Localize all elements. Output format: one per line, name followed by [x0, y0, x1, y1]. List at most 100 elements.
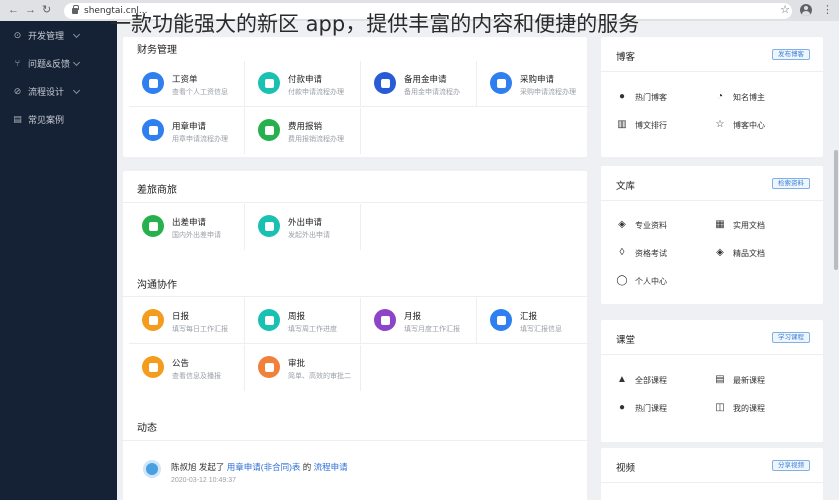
- target-icon: ⊙: [13, 29, 22, 40]
- tile-monthly-report[interactable]: 月报 填写月度工作汇报: [361, 298, 477, 344]
- browser-actions: ☆ ⋮: [780, 3, 833, 16]
- star-icon[interactable]: ☆: [780, 3, 790, 16]
- learn-course-button[interactable]: 学习课程: [772, 332, 810, 343]
- tile-outing-request[interactable]: 外出申请 发起外出申请: [245, 204, 361, 250]
- page-scrollbar[interactable]: [834, 150, 838, 270]
- books-icon: ▦: [715, 219, 725, 230]
- tile-name: 汇报: [520, 312, 538, 322]
- sidebar-item-dev-management[interactable]: ⊙ 开发管理: [0, 21, 117, 49]
- library-item-exam[interactable]: ◊ 资格考试: [616, 247, 667, 259]
- video-title: 视频: [616, 463, 636, 474]
- divider: [601, 354, 823, 355]
- tile-desc: 填写月度工作汇报: [404, 326, 460, 333]
- tile-name: 月报: [404, 312, 422, 322]
- tile-name: 备用金申请: [404, 75, 447, 85]
- overlay-headline: 一款功能强大的新区 app，提供丰富的内容和便捷的服务: [110, 12, 640, 36]
- flame-icon: ●: [618, 402, 626, 413]
- divider: [123, 296, 587, 297]
- item-label: 全部课程: [635, 375, 667, 385]
- chevron-down-icon: [72, 58, 81, 67]
- item-label: 博客中心: [733, 120, 765, 130]
- divider: [601, 482, 823, 483]
- library-item-personal[interactable]: ◯ 个人中心: [616, 275, 667, 287]
- collab-title: 沟通协作: [137, 280, 177, 291]
- item-label: 资格考试: [635, 248, 667, 258]
- library-item-practical[interactable]: ▦ 实用文档: [714, 219, 765, 231]
- tile-desc: 用章申请流程办理: [172, 136, 228, 143]
- branch-icon: ⑂: [14, 57, 21, 68]
- feed-title: 动态: [137, 423, 157, 434]
- lock-icon: [72, 5, 79, 14]
- divider: [601, 71, 823, 72]
- tile-name: 工资单: [172, 75, 198, 85]
- item-label: 知名博主: [733, 92, 765, 102]
- divider: [123, 202, 587, 203]
- tile-daily-report[interactable]: 日报 填写每日工作汇报: [129, 298, 245, 344]
- item-label: 个人中心: [635, 276, 667, 286]
- browser-nav: ← → ↻: [0, 5, 62, 16]
- reload-icon[interactable]: ↻: [42, 5, 51, 16]
- tile-approval[interactable]: 审批 简单、高效的审批二: [245, 345, 361, 391]
- feed-verb: 发起了: [196, 462, 227, 472]
- forward-icon[interactable]: →: [25, 5, 36, 16]
- cart-icon: [490, 72, 512, 94]
- share-video-button[interactable]: 分享视频: [772, 460, 810, 471]
- divider: [601, 200, 823, 201]
- tile-weekly-report[interactable]: 周报 填写周工作进度: [245, 298, 361, 344]
- tile-report[interactable]: 汇报 填写汇报信息: [477, 298, 593, 344]
- tile-expense-claim[interactable]: 费用报销 费用报销流程办理: [245, 108, 361, 154]
- user-icon: [142, 119, 164, 141]
- course-item-hot[interactable]: ● 热门课程: [616, 402, 667, 414]
- sidebar: ⊙ 开发管理 ⑂ 问题&反馈 ⊘ 流程设计 ▤ 常见案例: [0, 21, 117, 500]
- course-item-latest[interactable]: ▤ 最新课程: [714, 374, 765, 386]
- avatar: [143, 460, 161, 478]
- blog-title: 博客: [616, 52, 636, 63]
- feed-card: 动态 陈叔旭 发起了 用章申请(非合同)表 的 流程申请 2020-03-12 …: [123, 407, 587, 500]
- blog-item-center[interactable]: ☆ 博客中心: [714, 119, 765, 131]
- tile-desc: 费用报销流程办理: [288, 136, 344, 143]
- blog-item-ranking[interactable]: ▥ 博文排行: [616, 119, 667, 131]
- tile-desc: 填写汇报信息: [520, 326, 562, 333]
- sidebar-item-cases[interactable]: ▤ 常见案例: [0, 105, 117, 133]
- blog-item-hot[interactable]: ● 热门博客: [616, 91, 667, 103]
- item-label: 我的课程: [733, 403, 765, 413]
- feed-user[interactable]: 陈叔旭: [171, 462, 197, 472]
- feed-target-link[interactable]: 用章申请(非合同)表: [227, 462, 301, 472]
- back-icon[interactable]: ←: [8, 5, 19, 16]
- profile-icon[interactable]: [800, 3, 812, 16]
- tile-payment-request[interactable]: 付款申请 付款申请流程办理: [245, 61, 361, 107]
- menu-icon[interactable]: ⋮: [822, 3, 833, 16]
- flame-icon: ●: [618, 91, 626, 102]
- feed-process-link[interactable]: 流程申请: [314, 462, 348, 472]
- feed-timestamp: 2020-03-12 10:49:37: [171, 477, 236, 484]
- tile-desc: 简单、高效的审批二: [288, 373, 351, 380]
- course-item-mine[interactable]: ◫ 我的课程: [714, 402, 765, 414]
- library-item-premium[interactable]: ◈ 精品文档: [714, 247, 765, 259]
- tile-seal-request[interactable]: 用章申请 用章申请流程办理: [129, 108, 245, 154]
- user-icon: ◯: [616, 275, 628, 286]
- divider: [123, 440, 587, 441]
- tile-petty-cash[interactable]: 备用金申请 备用金申请流程办: [361, 61, 477, 107]
- sidebar-item-flow-design[interactable]: ⊘ 流程设计: [0, 77, 117, 105]
- wallet-icon: [374, 72, 396, 94]
- tile-name: 审批: [288, 359, 306, 369]
- course-item-all[interactable]: ▲ 全部课程: [616, 374, 667, 386]
- pencil-icon: [490, 309, 512, 331]
- search-docs-button[interactable]: 检索资料: [772, 178, 810, 189]
- travel-title: 差旅商旅: [137, 185, 177, 196]
- signal-icon: ◔: [716, 91, 724, 102]
- course-card: 课堂 学习课程 ▲ 全部课程 ▤ 最新课程 ● 热门课程 ◫ 我的课程: [601, 320, 823, 442]
- blog-card: 博客 发布博客 ● 热门博客 ◔ 知名博主 ▥ 博文排行 ☆ 博客中心: [601, 37, 823, 157]
- blog-item-famous[interactable]: ◔ 知名博主: [714, 91, 765, 103]
- weekly-icon: [258, 309, 280, 331]
- sidebar-item-feedback[interactable]: ⑂ 问题&反馈: [0, 49, 117, 77]
- library-item-professional[interactable]: ◈ 专业资料: [616, 219, 667, 231]
- tile-name: 外出申请: [288, 218, 323, 228]
- tile-payslip[interactable]: 工资单 查看个人工资信息: [129, 61, 245, 107]
- tile-desc: 国内外出差申请: [172, 232, 221, 239]
- tile-desc: 填写每日工作汇报: [172, 326, 228, 333]
- publish-blog-button[interactable]: 发布博客: [772, 49, 810, 60]
- tile-purchase-request[interactable]: 采购申请 采购申请流程办理: [477, 61, 593, 107]
- tile-announcement[interactable]: 公告 查看信息及播报: [129, 345, 245, 391]
- tile-business-trip[interactable]: 出差申请 国内外出差申请: [129, 204, 245, 250]
